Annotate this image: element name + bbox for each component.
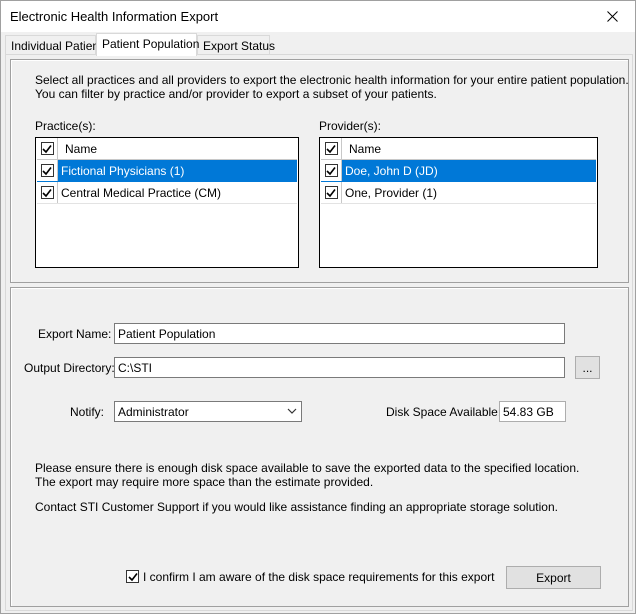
notify-label: Notify: [70, 405, 105, 419]
window-title: Electronic Health Information Export [10, 9, 219, 24]
support-text: Contact STI Customer Support if you woul… [35, 500, 558, 514]
close-button[interactable] [589, 1, 635, 32]
checkmark-icon [127, 572, 138, 581]
tab-strip: Individual Patient Patient Population Ex… [5, 33, 633, 56]
providers-select-all-checkbox[interactable] [321, 138, 342, 159]
disk-space-value: 54.83 GB [499, 401, 566, 422]
export-name-input[interactable]: Patient Population [114, 323, 565, 344]
practices-label: Practice(s): [35, 119, 96, 133]
selection-group: Select all practices and all providers t… [10, 59, 629, 283]
close-icon [606, 11, 618, 22]
providers-name-header: Name [349, 142, 382, 156]
practice-checkbox[interactable] [37, 182, 58, 203]
export-button[interactable]: Export [506, 566, 601, 589]
practice-name: Fictional Physicians (1) [61, 164, 185, 178]
confirm-checkbox[interactable] [126, 570, 139, 583]
notify-select[interactable]: Administrator [114, 401, 302, 422]
export-name-label: Export Name: [38, 327, 112, 341]
disk-space-label: Disk Space Available: [386, 405, 502, 419]
provider-checkbox[interactable] [321, 160, 342, 181]
tab-content: Select all practices and all providers t… [5, 54, 633, 611]
providers-label: Provider(s): [319, 119, 382, 133]
output-directory-label: Output Directory: [24, 361, 115, 375]
provider-checkbox[interactable] [321, 182, 342, 203]
tab-individual-patient[interactable]: Individual Patient [5, 35, 102, 55]
practice-row[interactable]: Fictional Physicians (1) [37, 160, 297, 182]
export-dialog: Electronic Health Information Export Ind… [0, 0, 636, 614]
export-settings-group: Export Name: Patient Population Output D… [10, 287, 629, 607]
output-directory-input[interactable]: C:\STI [114, 357, 565, 378]
provider-row[interactable]: Doe, John D (JD) [321, 160, 596, 182]
provider-row[interactable]: One, Provider (1) [321, 182, 596, 204]
providers-header-row: Name [321, 138, 596, 160]
practices-name-header: Name [65, 142, 98, 156]
notify-value: Administrator [118, 405, 189, 419]
checkmark-icon [42, 188, 52, 197]
checkmark-icon [326, 188, 336, 197]
provider-name: One, Provider (1) [345, 186, 438, 200]
checkmark-icon [326, 144, 336, 153]
provider-name: Doe, John D (JD) [345, 164, 438, 178]
practice-checkbox[interactable] [37, 160, 58, 181]
practices-list[interactable]: Name Fictional Physicians (1) Central Me… [35, 137, 299, 268]
practices-header-row: Name [37, 138, 297, 160]
checkmark-icon [326, 166, 336, 175]
practices-select-all-checkbox[interactable] [37, 138, 58, 159]
practice-row[interactable]: Central Medical Practice (CM) [37, 182, 297, 204]
warning-line-1: Please ensure there is enough disk space… [35, 461, 580, 475]
tab-export-status[interactable]: Export Status [197, 35, 275, 55]
practice-name: Central Medical Practice (CM) [61, 186, 222, 200]
providers-list[interactable]: Name Doe, John D (JD) One, Provider (1) [319, 137, 598, 268]
warning-line-2: The export may require more space than t… [35, 475, 374, 489]
checkmark-icon [42, 144, 52, 153]
title-bar: Electronic Health Information Export [1, 1, 635, 32]
instructions-line-1: Select all practices and all providers t… [35, 73, 629, 87]
instructions-line-2: You can filter by practice and/or provid… [35, 87, 437, 101]
tab-patient-population[interactable]: Patient Population [96, 33, 199, 56]
confirm-label[interactable]: I confirm I am aware of the disk space r… [143, 570, 494, 584]
chevron-down-icon [287, 408, 297, 414]
browse-button[interactable]: ... [575, 356, 600, 379]
checkmark-icon [42, 166, 52, 175]
